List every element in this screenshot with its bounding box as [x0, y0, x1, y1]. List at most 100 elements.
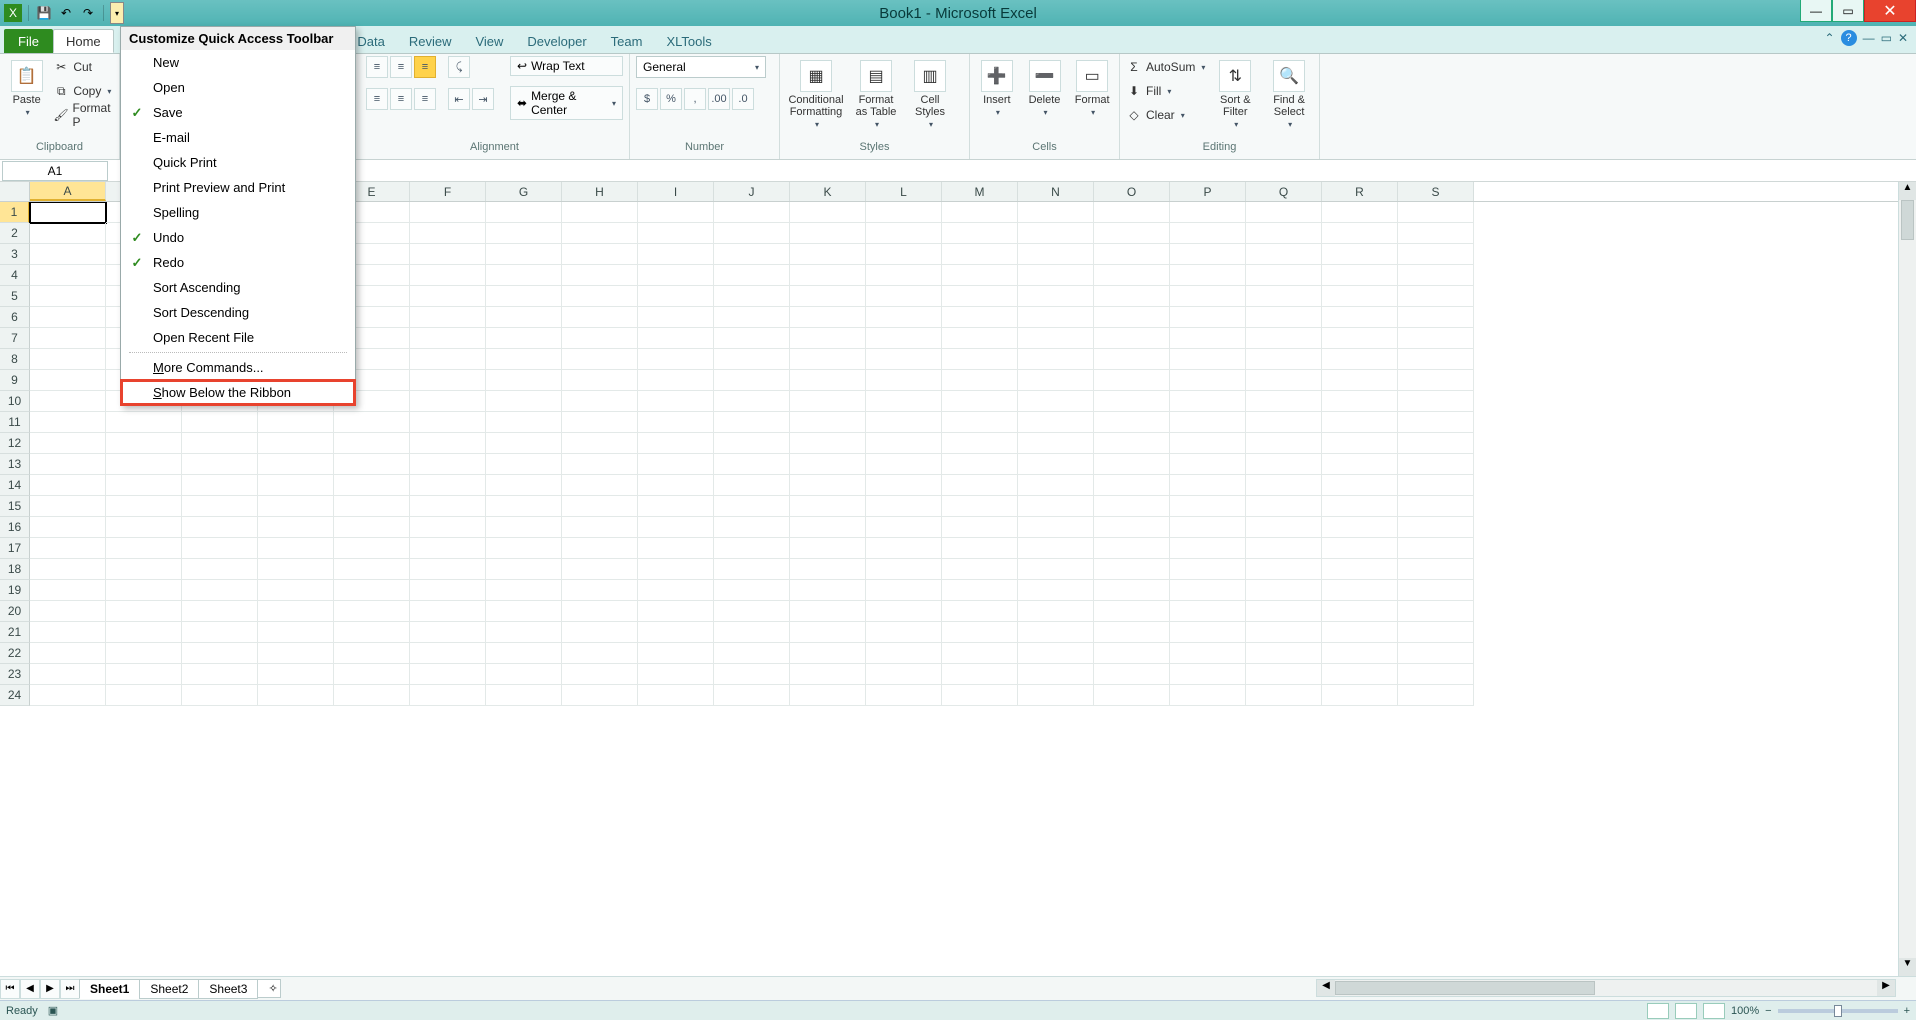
cell[interactable] [1170, 475, 1246, 496]
cell[interactable] [790, 643, 866, 664]
cell[interactable] [30, 643, 106, 664]
cell[interactable] [942, 391, 1018, 412]
cell[interactable] [1246, 286, 1322, 307]
cell[interactable] [562, 580, 638, 601]
cell[interactable] [1322, 475, 1398, 496]
column-header-K[interactable]: K [790, 182, 866, 201]
cell[interactable] [410, 685, 486, 706]
cell[interactable] [638, 622, 714, 643]
sheet-nav-first[interactable]: ⏮ [0, 979, 20, 999]
cell[interactable] [1322, 496, 1398, 517]
cell[interactable] [410, 265, 486, 286]
cell[interactable] [638, 664, 714, 685]
cell[interactable] [866, 664, 942, 685]
sheet-tab-sheet2[interactable]: Sheet2 [139, 979, 199, 999]
column-header-A[interactable]: A [30, 182, 106, 201]
cell[interactable] [334, 454, 410, 475]
cell[interactable] [866, 202, 942, 223]
paste-button[interactable]: 📋 Paste ▾ [6, 56, 47, 117]
cell[interactable] [410, 307, 486, 328]
qat-menu-item-print-preview-and-print[interactable]: Print Preview and Print [121, 175, 355, 200]
cell[interactable] [790, 622, 866, 643]
cell[interactable] [638, 307, 714, 328]
cell[interactable] [714, 475, 790, 496]
cell[interactable] [1246, 685, 1322, 706]
cell[interactable] [258, 496, 334, 517]
cell[interactable] [1322, 622, 1398, 643]
cell[interactable] [1322, 685, 1398, 706]
cell[interactable] [1322, 265, 1398, 286]
cell[interactable] [1018, 265, 1094, 286]
cell[interactable] [942, 517, 1018, 538]
cell[interactable] [1322, 559, 1398, 580]
row-header[interactable]: 3 [0, 244, 30, 265]
cell[interactable] [106, 475, 182, 496]
cell[interactable] [486, 349, 562, 370]
cell[interactable] [1322, 580, 1398, 601]
cell[interactable] [486, 328, 562, 349]
cell[interactable] [334, 559, 410, 580]
cell[interactable] [562, 664, 638, 685]
sheet-nav-prev[interactable]: ◀ [20, 979, 40, 999]
cell[interactable] [1398, 559, 1474, 580]
qat-menu-more-commands[interactable]: More Commands... [121, 355, 355, 380]
cell[interactable] [30, 202, 106, 223]
cell[interactable] [790, 328, 866, 349]
cell[interactable] [1170, 496, 1246, 517]
cell[interactable] [1094, 391, 1170, 412]
cell[interactable] [1018, 370, 1094, 391]
cell[interactable] [334, 685, 410, 706]
cell[interactable] [866, 496, 942, 517]
cell[interactable] [942, 622, 1018, 643]
cell[interactable] [30, 475, 106, 496]
zoom-slider-knob[interactable] [1834, 1005, 1842, 1017]
cell[interactable] [714, 286, 790, 307]
cell[interactable] [410, 223, 486, 244]
cell[interactable] [30, 328, 106, 349]
cell[interactable] [638, 433, 714, 454]
cell[interactable] [942, 265, 1018, 286]
cell[interactable] [1018, 580, 1094, 601]
cell[interactable] [1398, 391, 1474, 412]
cell[interactable] [1398, 412, 1474, 433]
row-header[interactable]: 24 [0, 685, 30, 706]
cell[interactable] [790, 265, 866, 286]
cell[interactable] [1018, 433, 1094, 454]
cell[interactable] [942, 307, 1018, 328]
cell[interactable] [1018, 328, 1094, 349]
cell[interactable] [1246, 580, 1322, 601]
excel-icon[interactable]: X [4, 4, 22, 22]
cell[interactable] [1018, 622, 1094, 643]
cell[interactable] [334, 517, 410, 538]
conditional-formatting-button[interactable]: ▦ConditionalFormatting▾ [786, 56, 846, 129]
cell[interactable] [1094, 685, 1170, 706]
cell[interactable] [1322, 538, 1398, 559]
cell[interactable] [1398, 622, 1474, 643]
macro-record-icon[interactable]: ▣ [48, 1004, 58, 1017]
cell[interactable] [486, 265, 562, 286]
cell[interactable] [1398, 454, 1474, 475]
cell[interactable] [1170, 349, 1246, 370]
scroll-up-icon[interactable]: ▲ [1899, 182, 1916, 200]
align-middle-button[interactable]: ≡ [390, 56, 412, 78]
cell[interactable] [410, 286, 486, 307]
cell[interactable] [334, 412, 410, 433]
row-header[interactable]: 6 [0, 307, 30, 328]
cell[interactable] [1398, 685, 1474, 706]
cell[interactable] [106, 559, 182, 580]
cell[interactable] [866, 307, 942, 328]
clear-button[interactable]: ◇Clear▾ [1126, 104, 1205, 126]
cell[interactable] [790, 433, 866, 454]
cell[interactable] [1170, 412, 1246, 433]
comma-button[interactable]: , [684, 88, 706, 110]
cell[interactable] [334, 643, 410, 664]
align-center-button[interactable]: ≡ [390, 88, 412, 110]
cell[interactable] [1398, 496, 1474, 517]
cell[interactable] [1170, 286, 1246, 307]
cell[interactable] [1322, 349, 1398, 370]
cell[interactable] [1170, 328, 1246, 349]
cell[interactable] [1322, 391, 1398, 412]
cell[interactable] [486, 370, 562, 391]
cell[interactable] [1094, 559, 1170, 580]
cell[interactable] [1018, 601, 1094, 622]
